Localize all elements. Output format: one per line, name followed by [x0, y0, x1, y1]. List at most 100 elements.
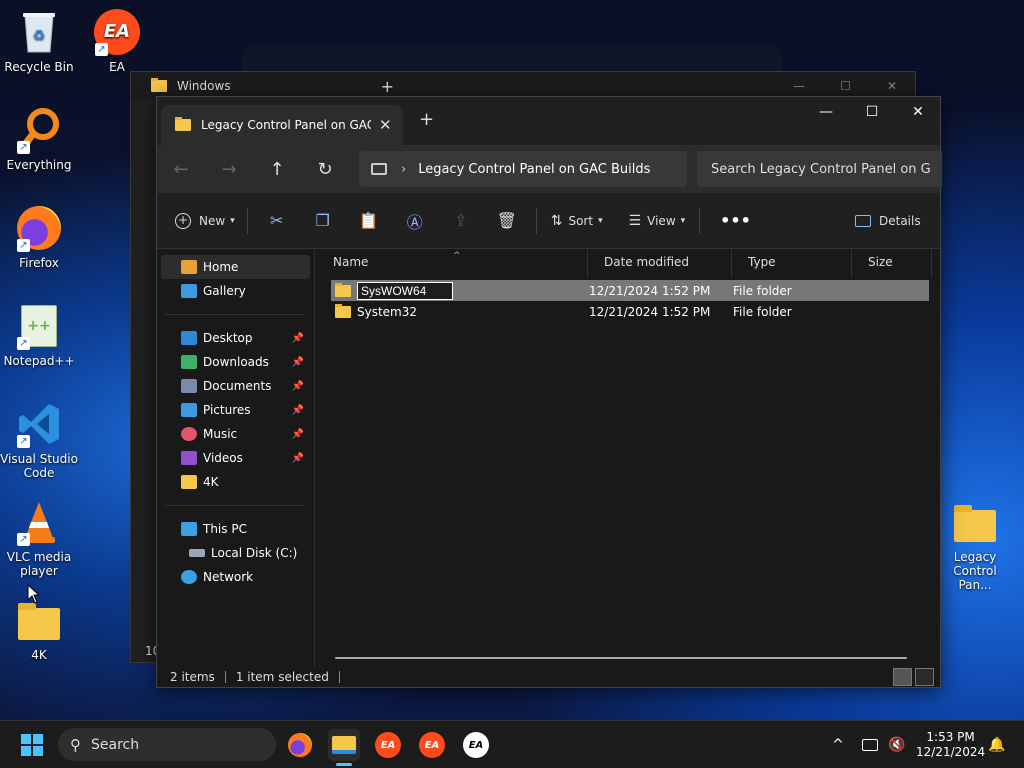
ea-icon: EA ↗	[93, 8, 141, 56]
desktop-icon-label: Legacy Control Pan...	[953, 550, 997, 592]
nav-item-desktop[interactable]: Desktop 📌	[157, 326, 314, 350]
nav-item-local-disk[interactable]: Local Disk (C:)	[157, 541, 314, 565]
desktop-icon-legacy-control-panel[interactable]: Legacy Control Pan...	[936, 498, 1014, 592]
taskbar-file-explorer[interactable]	[328, 729, 360, 766]
column-header-size[interactable]: Size	[852, 249, 932, 277]
details-button[interactable]: Details	[855, 214, 921, 228]
taskbar-ea[interactable]: EA	[372, 729, 404, 761]
desktop-icon-label: Everything	[6, 158, 72, 172]
type-cell: File folder	[733, 304, 792, 319]
pin-icon[interactable]: 📌	[292, 333, 304, 344]
paste-icon[interactable]: 📋	[346, 211, 392, 230]
nav-item-this-pc[interactable]: This PC	[157, 517, 314, 541]
horizontal-scrollbar[interactable]	[335, 657, 907, 659]
tab-legacy-control-panel[interactable]: Legacy Control Panel on GAC I ✕	[161, 105, 403, 145]
minimize-icon[interactable]: —	[793, 79, 805, 93]
clock[interactable]: 1:53 PM 12/21/2024	[916, 721, 985, 768]
nav-label: Desktop	[203, 331, 253, 345]
taskbar-firefox[interactable]	[284, 729, 316, 761]
notification-bell-icon[interactable]: 🔔	[988, 721, 1005, 768]
ea-icon: EA	[419, 732, 445, 758]
taskbar-search[interactable]: ⚲ Search	[58, 728, 276, 761]
refresh-icon[interactable]: ↻	[301, 159, 349, 180]
maximize-icon[interactable]: ☐	[840, 79, 851, 93]
tiles-view-button[interactable]	[915, 668, 934, 686]
more-options-icon[interactable]: •••	[720, 211, 751, 230]
close-button[interactable]: ✕	[895, 97, 941, 129]
date-cell: 12/21/2024 1:52 PM	[589, 304, 711, 319]
column-header-type[interactable]: Type	[732, 249, 852, 277]
nav-item-gallery[interactable]: Gallery	[157, 279, 314, 303]
nav-item-downloads[interactable]: Downloads 📌	[157, 350, 314, 374]
desktop-icon	[181, 331, 197, 345]
pin-icon[interactable]: 📌	[292, 381, 304, 392]
breadcrumb[interactable]: › Legacy Control Panel on GAC Builds	[359, 151, 687, 187]
shortcut-arrow-icon: ↗	[17, 533, 30, 546]
minimize-button[interactable]: —	[803, 97, 849, 129]
column-header-name[interactable]: Name ^	[317, 249, 588, 277]
column-header-date[interactable]: Date modified	[588, 249, 732, 277]
desktop-icon-4k[interactable]: 4K	[0, 596, 78, 662]
rename-icon[interactable]: Ⓐ	[392, 209, 438, 233]
folder-icon	[15, 596, 63, 644]
pin-icon[interactable]: 📌	[292, 429, 304, 440]
type-cell: File folder	[733, 283, 792, 298]
view-button[interactable]: ☰ View ▾	[629, 213, 686, 229]
command-bar: + New ▾ ✂ ❐ 📋 Ⓐ ⇪ 🗑 ⇅ Sort ▾ ☰ View ▾ ••…	[157, 193, 940, 249]
search-input[interactable]: Search Legacy Control Panel on G ⚲	[697, 151, 942, 187]
close-icon[interactable]: ✕	[887, 79, 897, 93]
gallery-icon	[181, 284, 197, 298]
share-icon[interactable]: ⇪	[438, 211, 484, 230]
desktop-icon-vlc[interactable]: ↗ VLC media player	[0, 498, 78, 578]
sort-label: Sort	[568, 213, 594, 228]
desktop-icon-ea[interactable]: EA ↗ EA	[78, 8, 156, 74]
back-arrow-icon[interactable]: ←	[157, 159, 205, 180]
desktop-icon-vscode[interactable]: ↗ Visual Studio Code	[0, 400, 78, 480]
nav-item-4k[interactable]: 4K	[157, 470, 314, 494]
taskbar-ea-desktop[interactable]: EA	[460, 729, 492, 761]
new-tab-icon[interactable]: +	[381, 77, 394, 96]
drive-icon	[189, 549, 205, 557]
volume-muted-icon[interactable]: 🔇	[888, 737, 905, 753]
nav-item-videos[interactable]: Videos 📌	[157, 446, 314, 470]
pin-icon[interactable]: 📌	[292, 357, 304, 368]
sort-button[interactable]: ⇅ Sort ▾	[551, 213, 603, 229]
desktop-icon-recycle-bin[interactable]: ♻ Recycle Bin	[0, 8, 78, 74]
pin-icon[interactable]: 📌	[292, 453, 304, 464]
show-hidden-icons-chevron-up-icon[interactable]: ^	[828, 737, 848, 753]
videos-icon	[181, 451, 197, 465]
desktop-icon-firefox[interactable]: ↗ Firefox	[0, 204, 78, 270]
file-explorer-window[interactable]: Legacy Control Panel on GAC I ✕ + — ☐ ✕ …	[156, 96, 942, 688]
desktop-icon-label: VLC media player	[6, 550, 72, 578]
details-view-button[interactable]	[893, 668, 912, 686]
forward-arrow-icon[interactable]: →	[205, 159, 253, 180]
table-row[interactable]: 12/21/2024 1:52 PM File folder	[331, 280, 929, 301]
mouse-cursor-icon	[27, 584, 39, 604]
nav-item-pictures[interactable]: Pictures 📌	[157, 398, 314, 422]
pin-icon[interactable]: 📌	[292, 405, 304, 416]
cut-icon[interactable]: ✂	[254, 211, 300, 230]
maximize-button[interactable]: ☐	[849, 97, 895, 129]
new-tab-icon[interactable]: +	[419, 109, 434, 130]
rename-input[interactable]	[357, 281, 453, 300]
divider	[699, 207, 701, 234]
network-icon[interactable]	[862, 739, 878, 751]
taskbar-ea-app[interactable]: EA	[416, 729, 448, 761]
up-arrow-icon[interactable]: ↑	[253, 159, 301, 180]
chevron-down-icon: ▾	[598, 215, 603, 226]
start-button[interactable]	[16, 729, 48, 761]
new-button[interactable]: + New ▾	[175, 212, 235, 229]
nav-item-home[interactable]: Home	[161, 255, 310, 279]
delete-icon[interactable]: 🗑	[484, 211, 530, 230]
table-row[interactable]: System32 12/21/2024 1:52 PM File folder	[331, 301, 929, 322]
nav-item-music[interactable]: Music 📌	[157, 422, 314, 446]
pictures-icon	[181, 403, 197, 417]
close-tab-icon[interactable]: ✕	[379, 116, 392, 134]
nav-item-network[interactable]: Network	[157, 565, 314, 589]
desktop-icon-notepad-plus-plus[interactable]: ++ ↗ Notepad++	[0, 302, 78, 368]
desktop-icon-everything[interactable]: ↗ Everything	[0, 106, 78, 172]
copy-icon[interactable]: ❐	[300, 211, 346, 230]
titlebar[interactable]: Legacy Control Panel on GAC I ✕ + — ☐ ✕	[157, 97, 940, 145]
chevron-down-icon: ▾	[680, 215, 686, 226]
nav-item-documents[interactable]: Documents 📌	[157, 374, 314, 398]
